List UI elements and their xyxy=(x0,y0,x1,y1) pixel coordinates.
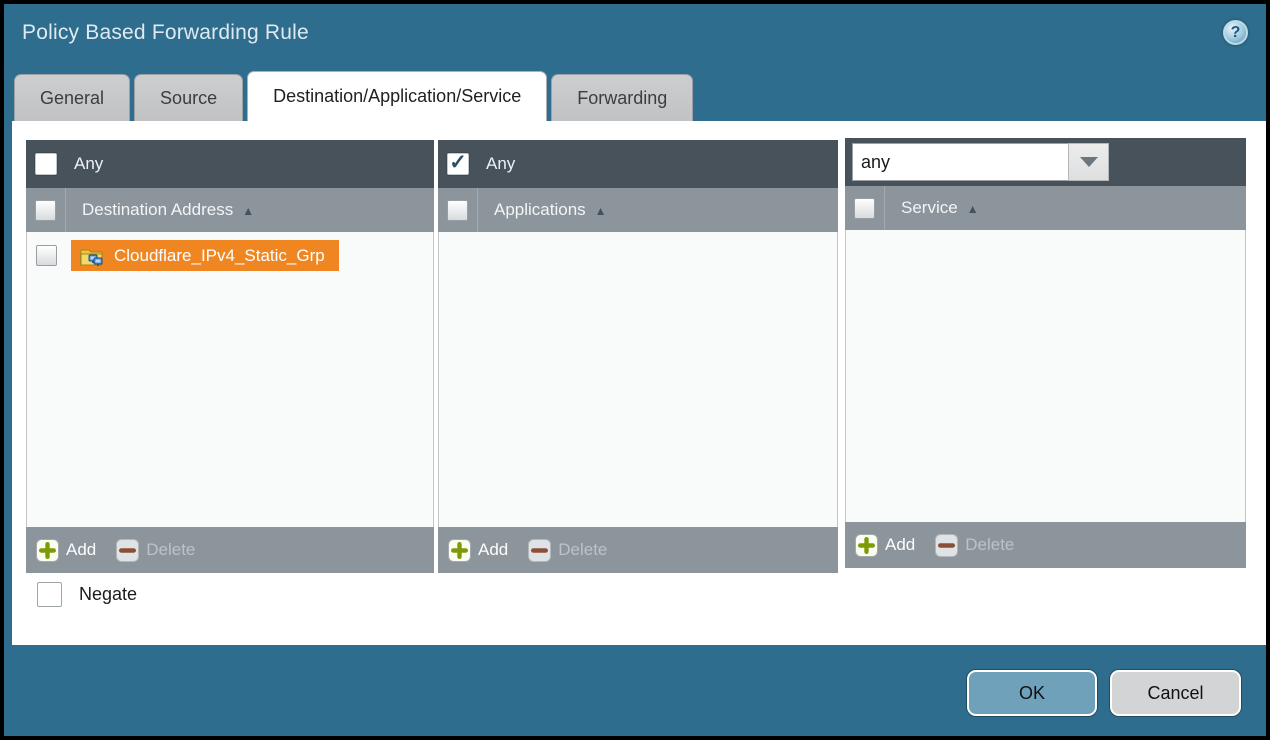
service-list xyxy=(845,230,1246,522)
row-checkbox[interactable]: ✓ xyxy=(36,245,57,266)
applications-list xyxy=(438,232,838,527)
delete-button[interactable]: Delete xyxy=(528,539,607,562)
delete-button-label: Delete xyxy=(965,535,1014,555)
dialog-title: Policy Based Forwarding Rule xyxy=(22,21,309,45)
service-header[interactable]: ✓ Service ▲ xyxy=(845,186,1246,230)
delete-icon xyxy=(116,539,139,562)
service-column: ✓ Service ▲ Add Delete xyxy=(845,138,1246,568)
address-group-name: Cloudflare_IPv4_Static_Grp xyxy=(114,246,325,266)
destination-select-all-checkbox[interactable]: ✓ xyxy=(35,200,56,221)
destination-address-header-label: Destination Address xyxy=(82,200,233,220)
check-icon: ✓ xyxy=(449,152,467,173)
applications-header[interactable]: ✓ Applications ▲ xyxy=(438,188,838,232)
applications-any-label: Any xyxy=(486,154,515,174)
applications-column: ✓ Any ✓ Applications ▲ Add xyxy=(438,140,838,573)
add-button-label: Add xyxy=(885,535,915,555)
applications-any-checkbox[interactable]: ✓ xyxy=(447,153,469,175)
sort-ascending-icon: ▲ xyxy=(595,202,607,218)
add-button-label: Add xyxy=(66,540,96,560)
delete-button[interactable]: Delete xyxy=(116,539,195,562)
sort-ascending-icon: ▲ xyxy=(967,200,979,216)
tab-bar: General Source Destination/Application/S… xyxy=(14,74,693,121)
add-button[interactable]: Add xyxy=(36,539,96,562)
dropdown-button[interactable] xyxy=(1068,143,1109,181)
policy-based-forwarding-dialog: Policy Based Forwarding Rule ? General S… xyxy=(0,0,1270,740)
ok-button[interactable]: OK xyxy=(967,670,1097,716)
applications-footer: Add Delete xyxy=(438,527,838,573)
destination-address-column: ✓ Any ✓ Destination Address ▲ ✓ xyxy=(26,140,434,573)
header-divider xyxy=(477,188,478,232)
service-select-all-checkbox[interactable]: ✓ xyxy=(854,198,875,219)
negate-row: ✓ Negate xyxy=(37,582,137,607)
tab-general[interactable]: General xyxy=(14,74,130,121)
negate-label: Negate xyxy=(79,584,137,605)
service-footer: Add Delete xyxy=(845,522,1246,568)
destination-any-checkbox[interactable]: ✓ xyxy=(35,153,57,175)
add-button[interactable]: Add xyxy=(855,534,915,557)
add-icon xyxy=(448,539,471,562)
tab-forwarding[interactable]: Forwarding xyxy=(551,74,693,121)
destination-any-bar: ✓ Any xyxy=(26,140,434,188)
destination-footer: Add Delete xyxy=(26,527,434,573)
tab-destination-application-service[interactable]: Destination/Application/Service xyxy=(247,71,547,121)
delete-button[interactable]: Delete xyxy=(935,534,1014,557)
add-icon xyxy=(36,539,59,562)
tab-content-panel: ✓ Any ✓ Destination Address ▲ ✓ xyxy=(12,121,1266,645)
header-divider xyxy=(884,186,885,230)
service-mode-dropdown[interactable] xyxy=(852,143,1109,181)
delete-button-label: Delete xyxy=(146,540,195,560)
negate-checkbox[interactable]: ✓ xyxy=(37,582,62,607)
add-icon xyxy=(855,534,878,557)
applications-any-bar: ✓ Any xyxy=(438,140,838,188)
add-button-label: Add xyxy=(478,540,508,560)
chevron-down-icon xyxy=(1080,157,1098,167)
header-divider xyxy=(65,188,66,232)
applications-select-all-checkbox[interactable]: ✓ xyxy=(447,200,468,221)
applications-header-label: Applications xyxy=(494,200,586,220)
sort-ascending-icon: ▲ xyxy=(242,202,254,218)
cancel-button[interactable]: Cancel xyxy=(1110,670,1241,716)
delete-icon xyxy=(528,539,551,562)
delete-icon xyxy=(935,534,958,557)
address-group-icon xyxy=(80,246,105,266)
table-row: ✓ xyxy=(27,240,433,271)
destination-any-label: Any xyxy=(74,154,103,174)
service-mode-bar xyxy=(845,138,1246,186)
destination-address-entry[interactable]: Cloudflare_IPv4_Static_Grp xyxy=(71,240,339,271)
tab-source[interactable]: Source xyxy=(134,74,243,121)
destination-address-header[interactable]: ✓ Destination Address ▲ xyxy=(26,188,434,232)
service-mode-value[interactable] xyxy=(852,143,1068,181)
help-icon[interactable]: ? xyxy=(1223,20,1248,45)
service-header-label: Service xyxy=(901,198,958,218)
destination-address-list: ✓ xyxy=(26,232,434,527)
delete-button-label: Delete xyxy=(558,540,607,560)
add-button[interactable]: Add xyxy=(448,539,508,562)
